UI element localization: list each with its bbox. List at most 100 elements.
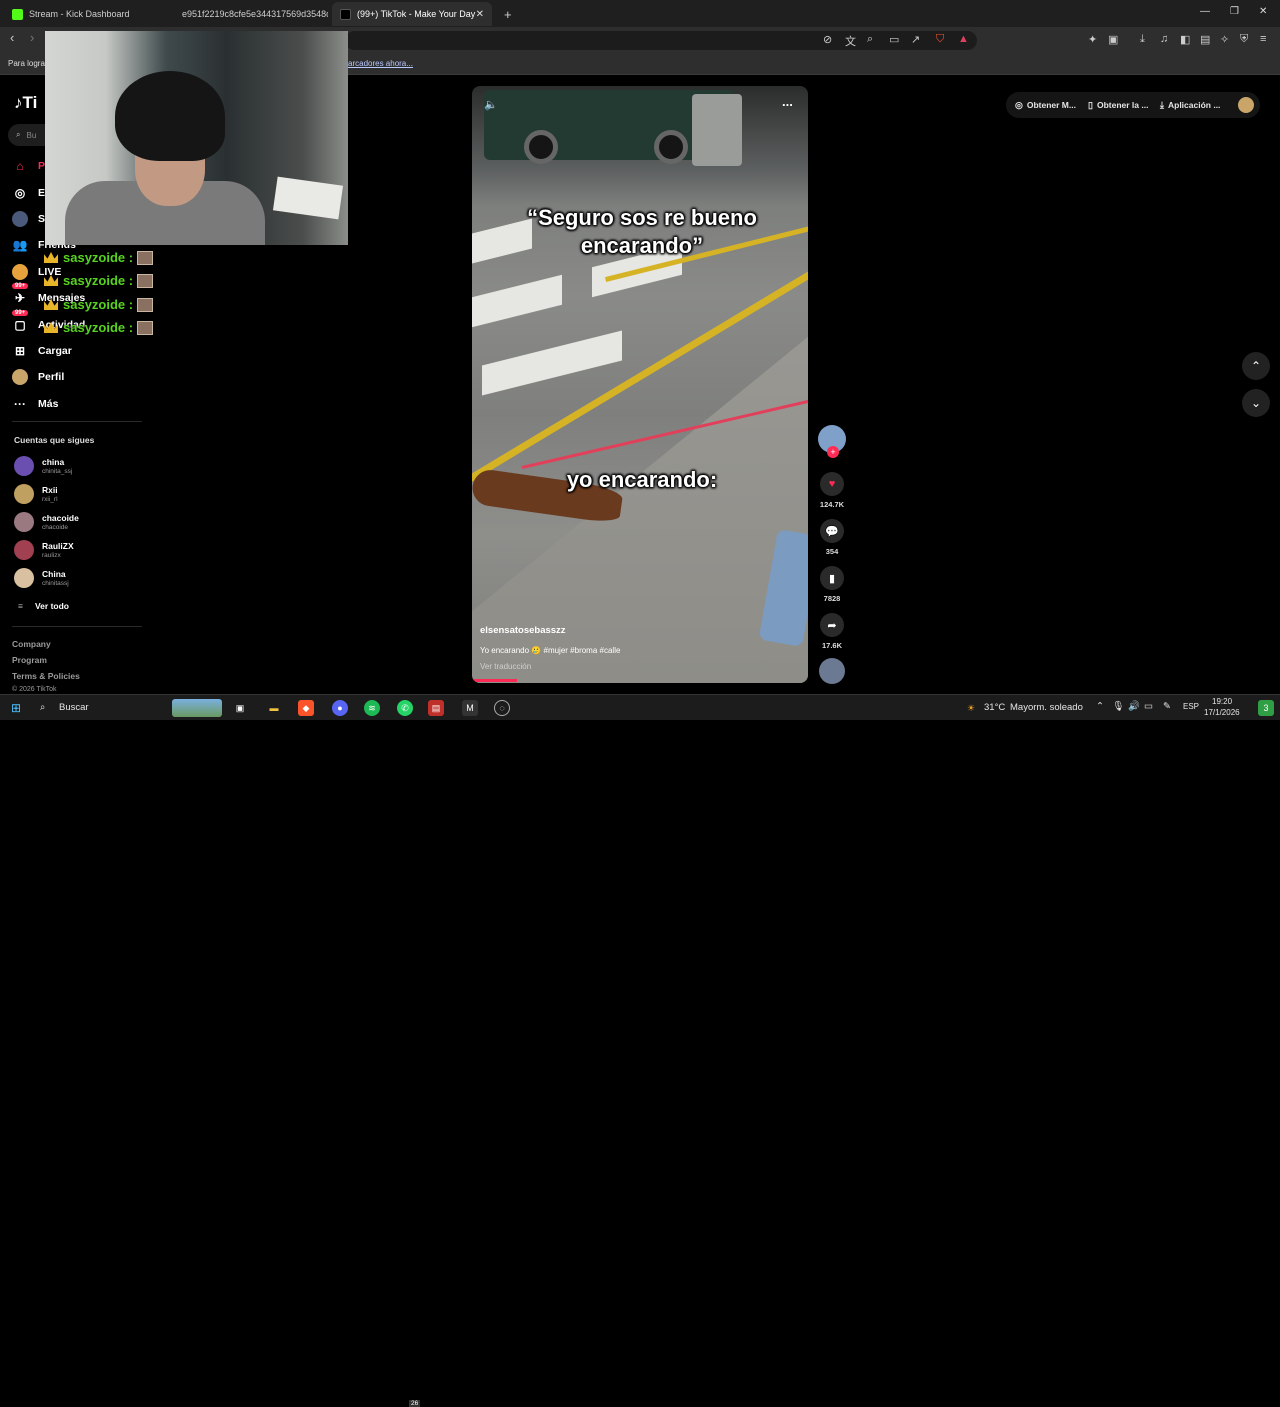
video-scene-crosswalk xyxy=(482,330,622,396)
microphone-icon[interactable]: 🎙 xyxy=(1112,701,1124,712)
weather-temp[interactable]: 31°C xyxy=(984,702,1005,713)
menu-icon[interactable]: ≡ xyxy=(1260,33,1266,45)
leo-ai-icon[interactable]: ✧ xyxy=(1220,33,1229,46)
nav-explore[interactable]: ◎ E xyxy=(12,185,45,201)
nav-more[interactable]: ··· Más xyxy=(12,396,58,412)
tab-search-icon[interactable]: ▣ xyxy=(1108,33,1118,46)
get-app-button[interactable]: ▯ Obtener la ... xyxy=(1088,96,1148,114)
clock-date[interactable]: 17/1/2026 xyxy=(1204,708,1240,717)
see-all-link[interactable]: ≡ Ver todo xyxy=(18,601,69,611)
whatsapp-icon[interactable]: ✆ xyxy=(397,700,413,716)
like-button[interactable]: ♥ 124.7K xyxy=(818,472,846,509)
vpn-icon[interactable]: ⛨ xyxy=(1240,33,1248,46)
network-icon[interactable]: ▭ xyxy=(1144,701,1153,712)
nav-following[interactable]: S xyxy=(12,211,45,227)
sound-disc-button[interactable] xyxy=(818,658,846,684)
wallet-icon[interactable]: ▤ xyxy=(1200,33,1210,46)
media-icon[interactable]: ♫ xyxy=(1160,33,1168,45)
language-indicator[interactable]: ESP xyxy=(1183,702,1199,711)
nav-profile[interactable]: Perfil xyxy=(12,369,64,385)
share-icon[interactable]: ↗ xyxy=(911,33,920,46)
nav-for-you[interactable]: ⌂ P xyxy=(12,158,45,174)
mute-icon[interactable]: 🔈 xyxy=(484,98,498,111)
voicemeeter-icon[interactable]: ▤ xyxy=(428,700,444,716)
sidebar-icon[interactable]: ◧ xyxy=(1180,33,1190,46)
back-icon[interactable]: ‹ xyxy=(10,30,14,45)
share-button[interactable]: ➦ 17.6K xyxy=(818,613,846,650)
phone-icon: ▯ xyxy=(1088,99,1093,110)
save-count: 7828 xyxy=(823,594,841,603)
tab-hash-page[interactable]: e951f2219c8cfe5e344317569d3548d xyxy=(168,2,328,26)
cast-icon[interactable]: ▭ xyxy=(889,33,899,46)
tray-chevron-icon[interactable]: ⌃ xyxy=(1096,701,1104,712)
speaker-icon[interactable]: 🔊 xyxy=(1128,701,1140,712)
minimize-icon[interactable]: — xyxy=(1200,6,1210,17)
weather-desc[interactable]: Mayorm. soleado xyxy=(1010,702,1083,713)
author-avatar-button[interactable]: + xyxy=(818,425,846,458)
windows-start-icon[interactable]: ⊞ xyxy=(8,700,24,716)
comment-button[interactable]: 💬 354 xyxy=(818,519,846,556)
rewards-icon[interactable]: ▲ xyxy=(958,33,969,45)
notifications-icon[interactable]: 3 xyxy=(1258,700,1274,716)
obs-icon[interactable]: M xyxy=(462,700,478,716)
address-bar[interactable] xyxy=(345,31,977,50)
tiktok-logo-icon: ♪ xyxy=(14,93,23,112)
close-tab-icon[interactable]: ✕ xyxy=(476,9,484,20)
video-player[interactable]: 🔈 ... “Seguro sos re bueno encarando” yo… xyxy=(472,86,808,683)
video-progress-bar[interactable] xyxy=(472,679,517,682)
tiktok-logo[interactable]: ♪Ti xyxy=(14,93,37,113)
webcam-overlay xyxy=(45,31,348,245)
video-scene-wheel xyxy=(654,130,688,164)
file-explorer-icon[interactable]: ▬ xyxy=(266,700,282,716)
import-bookmarks-link[interactable]: arcadores ahora... xyxy=(348,59,413,68)
bookmarks-hint: Para lograr xyxy=(8,59,48,68)
no-translate-icon[interactable]: ⊘ xyxy=(823,33,832,46)
crown-icon xyxy=(44,299,58,310)
clock-time[interactable]: 19:20 xyxy=(1212,697,1232,706)
followed-account[interactable]: china chinita_ssj xyxy=(14,456,72,476)
app-icon[interactable]: ◌ xyxy=(494,700,510,716)
task-view-icon[interactable]: ▣ xyxy=(232,700,248,716)
followed-account[interactable]: Rxii rxii_rl xyxy=(14,484,58,504)
close-window-icon[interactable]: ✕ xyxy=(1259,6,1267,17)
emote-icon xyxy=(137,320,154,335)
search-icon[interactable]: ⌕ xyxy=(40,702,45,713)
zoom-icon[interactable]: ⌕ xyxy=(867,33,873,46)
pen-icon[interactable]: ✎ xyxy=(1163,701,1171,712)
upload-icon: ⊞ xyxy=(14,344,26,358)
footer-company-link[interactable]: Company xyxy=(12,639,51,649)
desktop-app-button[interactable]: ⤓ Aplicación ... xyxy=(1160,96,1220,114)
followed-account[interactable]: chacoide chacoide xyxy=(14,512,79,532)
followed-account[interactable]: RauliZX raulizx xyxy=(14,540,74,560)
video-author[interactable]: elsensatosebasszz xyxy=(480,625,566,636)
previous-video-button[interactable]: ⌃ xyxy=(1242,352,1270,380)
new-tab-button[interactable]: + xyxy=(496,2,520,26)
taskbar-search[interactable]: Buscar xyxy=(59,702,89,713)
footer-terms-link[interactable]: Terms & Policies xyxy=(12,671,80,681)
brave-icon[interactable]: ◆ xyxy=(298,700,314,716)
like-count: 124.7K xyxy=(819,500,845,509)
video-more-icon[interactable]: ... xyxy=(782,94,793,109)
forward-icon[interactable]: › xyxy=(30,30,34,45)
followed-account[interactable]: China chinitassj xyxy=(14,568,69,588)
translate-link[interactable]: Ver traducción xyxy=(480,662,531,671)
spotify-icon[interactable]: ≋ xyxy=(364,700,380,716)
follow-plus-icon[interactable]: + xyxy=(827,446,839,458)
translate-icon[interactable]: 文 xyxy=(845,33,856,49)
tab-tiktok[interactable]: (99+) TikTok - Make Your Day ✕ xyxy=(332,2,492,26)
brave-shield-icon[interactable]: ⛉ xyxy=(936,33,944,46)
restore-icon[interactable]: ❐ xyxy=(1230,6,1239,17)
discord-icon[interactable]: ● xyxy=(332,700,348,716)
save-button[interactable]: ▮ 7828 xyxy=(818,566,846,603)
next-video-button[interactable]: ⌄ xyxy=(1242,389,1270,417)
get-coins-button[interactable]: ◎ Obtener M... xyxy=(1015,96,1076,114)
tab-kick-dashboard[interactable]: Stream - Kick Dashboard xyxy=(4,2,166,26)
download-icon[interactable]: ⤓ xyxy=(1140,33,1145,46)
footer-program-link[interactable]: Program xyxy=(12,655,47,665)
windows-taskbar: ⊞ ⌕ Buscar ▣ ▬ ◆ ● ≋ ✆ 26 ▤ M ◌ ☀ 31°C M… xyxy=(0,694,1280,1407)
profile-avatar[interactable] xyxy=(1238,97,1254,113)
extensions-icon[interactable]: ✦ xyxy=(1088,33,1097,46)
nav-upload[interactable]: ⊞ Cargar xyxy=(12,343,72,359)
avatar xyxy=(14,540,34,560)
widgets-icon[interactable] xyxy=(172,699,222,717)
